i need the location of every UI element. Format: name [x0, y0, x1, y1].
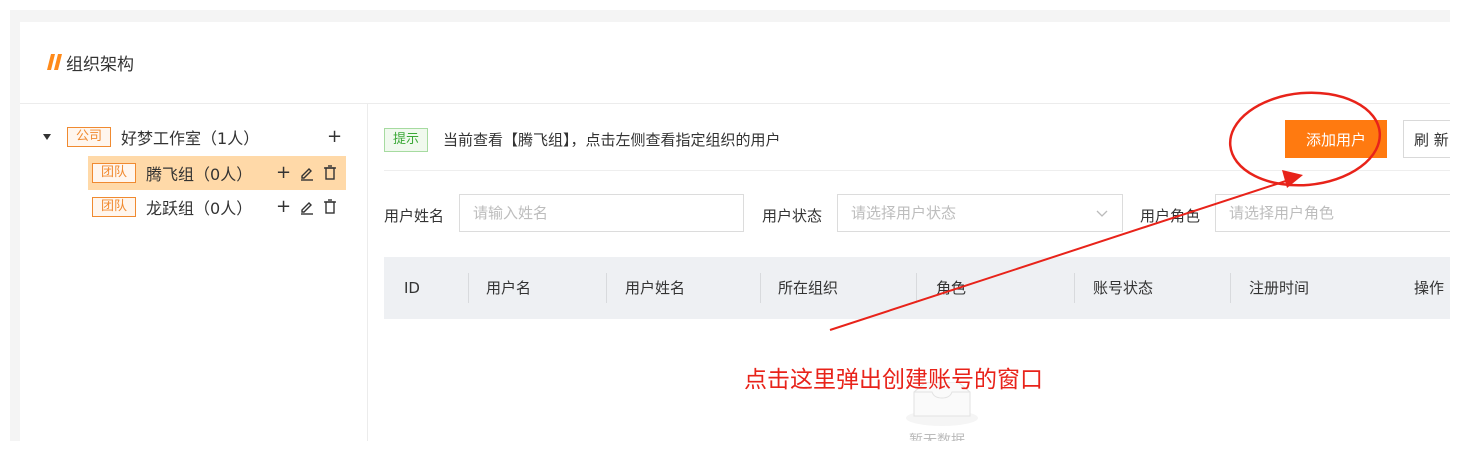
col-id: ID: [404, 279, 420, 297]
trash-icon[interactable]: [323, 165, 337, 181]
col-divider: [916, 273, 917, 303]
annotation-text: 点击这里弹出创建账号的窗口: [744, 367, 1043, 393]
main-panel: 组织架构 公司 好梦工作室（1人） + 团队 腾飞组（0人） + 团队 龙跃组（…: [20, 22, 1450, 441]
refresh-button[interactable]: 刷 新: [1403, 120, 1450, 158]
tree-node-root[interactable]: 公司 好梦工作室（1人）: [43, 121, 259, 153]
plus-icon[interactable]: +: [276, 198, 291, 216]
title-accent-icon: [47, 54, 62, 70]
node-type-tag: 团队: [92, 163, 137, 183]
hint-text: 当前查看【腾飞组】，点击左侧查看指定组织的用户: [443, 131, 781, 149]
trash-icon[interactable]: [323, 199, 337, 215]
col-realname: 用户姓名: [625, 279, 686, 297]
node-type-tag: 团队: [92, 197, 137, 217]
col-divider: [760, 273, 761, 303]
edit-icon[interactable]: [300, 199, 314, 215]
table-header: ID 用户名 用户姓名 所在组织 角色 账号状态 注册时间 操作: [384, 257, 1450, 319]
tree-node-label[interactable]: 好梦工作室（1人）: [121, 125, 259, 149]
filter-role-label: 用户角色: [1140, 207, 1201, 225]
divider: [384, 170, 1450, 171]
tree-node-label[interactable]: 龙跃组（0人）: [146, 195, 252, 219]
col-divider: [468, 273, 469, 303]
node-type-tag: 公司: [67, 127, 112, 147]
edit-icon[interactable]: [300, 165, 314, 181]
name-search-input[interactable]: [459, 194, 744, 232]
col-divider: [1074, 273, 1075, 303]
empty-text: 暂无数据: [909, 433, 965, 441]
tree-node-label[interactable]: 腾飞组（0人）: [146, 161, 252, 185]
status-select[interactable]: [837, 194, 1123, 232]
org-tree: 公司 好梦工作室（1人） + 团队 腾飞组（0人） + 团队 龙跃组（0人） +: [20, 104, 368, 441]
col-role: 角色: [936, 279, 967, 297]
col-divider: [606, 273, 607, 303]
hint-tag: 提示: [384, 128, 429, 152]
node-actions: +: [276, 164, 337, 182]
col-username: 用户名: [486, 279, 532, 297]
root-actions: +: [327, 128, 342, 146]
tree-node-longyue[interactable]: 团队 龙跃组（0人）: [92, 191, 252, 223]
role-select[interactable]: [1215, 194, 1450, 232]
col-org: 所在组织: [778, 279, 839, 297]
col-status: 账号状态: [1093, 279, 1154, 297]
filter-name-label: 用户姓名: [384, 207, 445, 225]
add-user-button[interactable]: 添加用户: [1285, 120, 1387, 158]
page-header: 组织架构: [20, 22, 1450, 104]
plus-icon[interactable]: +: [327, 128, 342, 146]
filter-status-label: 用户状态: [762, 207, 823, 225]
plus-icon[interactable]: +: [276, 164, 291, 182]
col-register-time: 注册时间: [1249, 279, 1310, 297]
caret-down-icon[interactable]: [43, 134, 51, 140]
page-title: 组织架构: [66, 55, 134, 75]
col-actions: 操作: [1414, 279, 1445, 297]
node-actions: +: [276, 198, 337, 216]
tree-node-tengfei[interactable]: 团队 腾飞组（0人）: [92, 157, 252, 189]
chevron-down-icon: [1096, 210, 1108, 217]
col-divider: [1230, 273, 1231, 303]
